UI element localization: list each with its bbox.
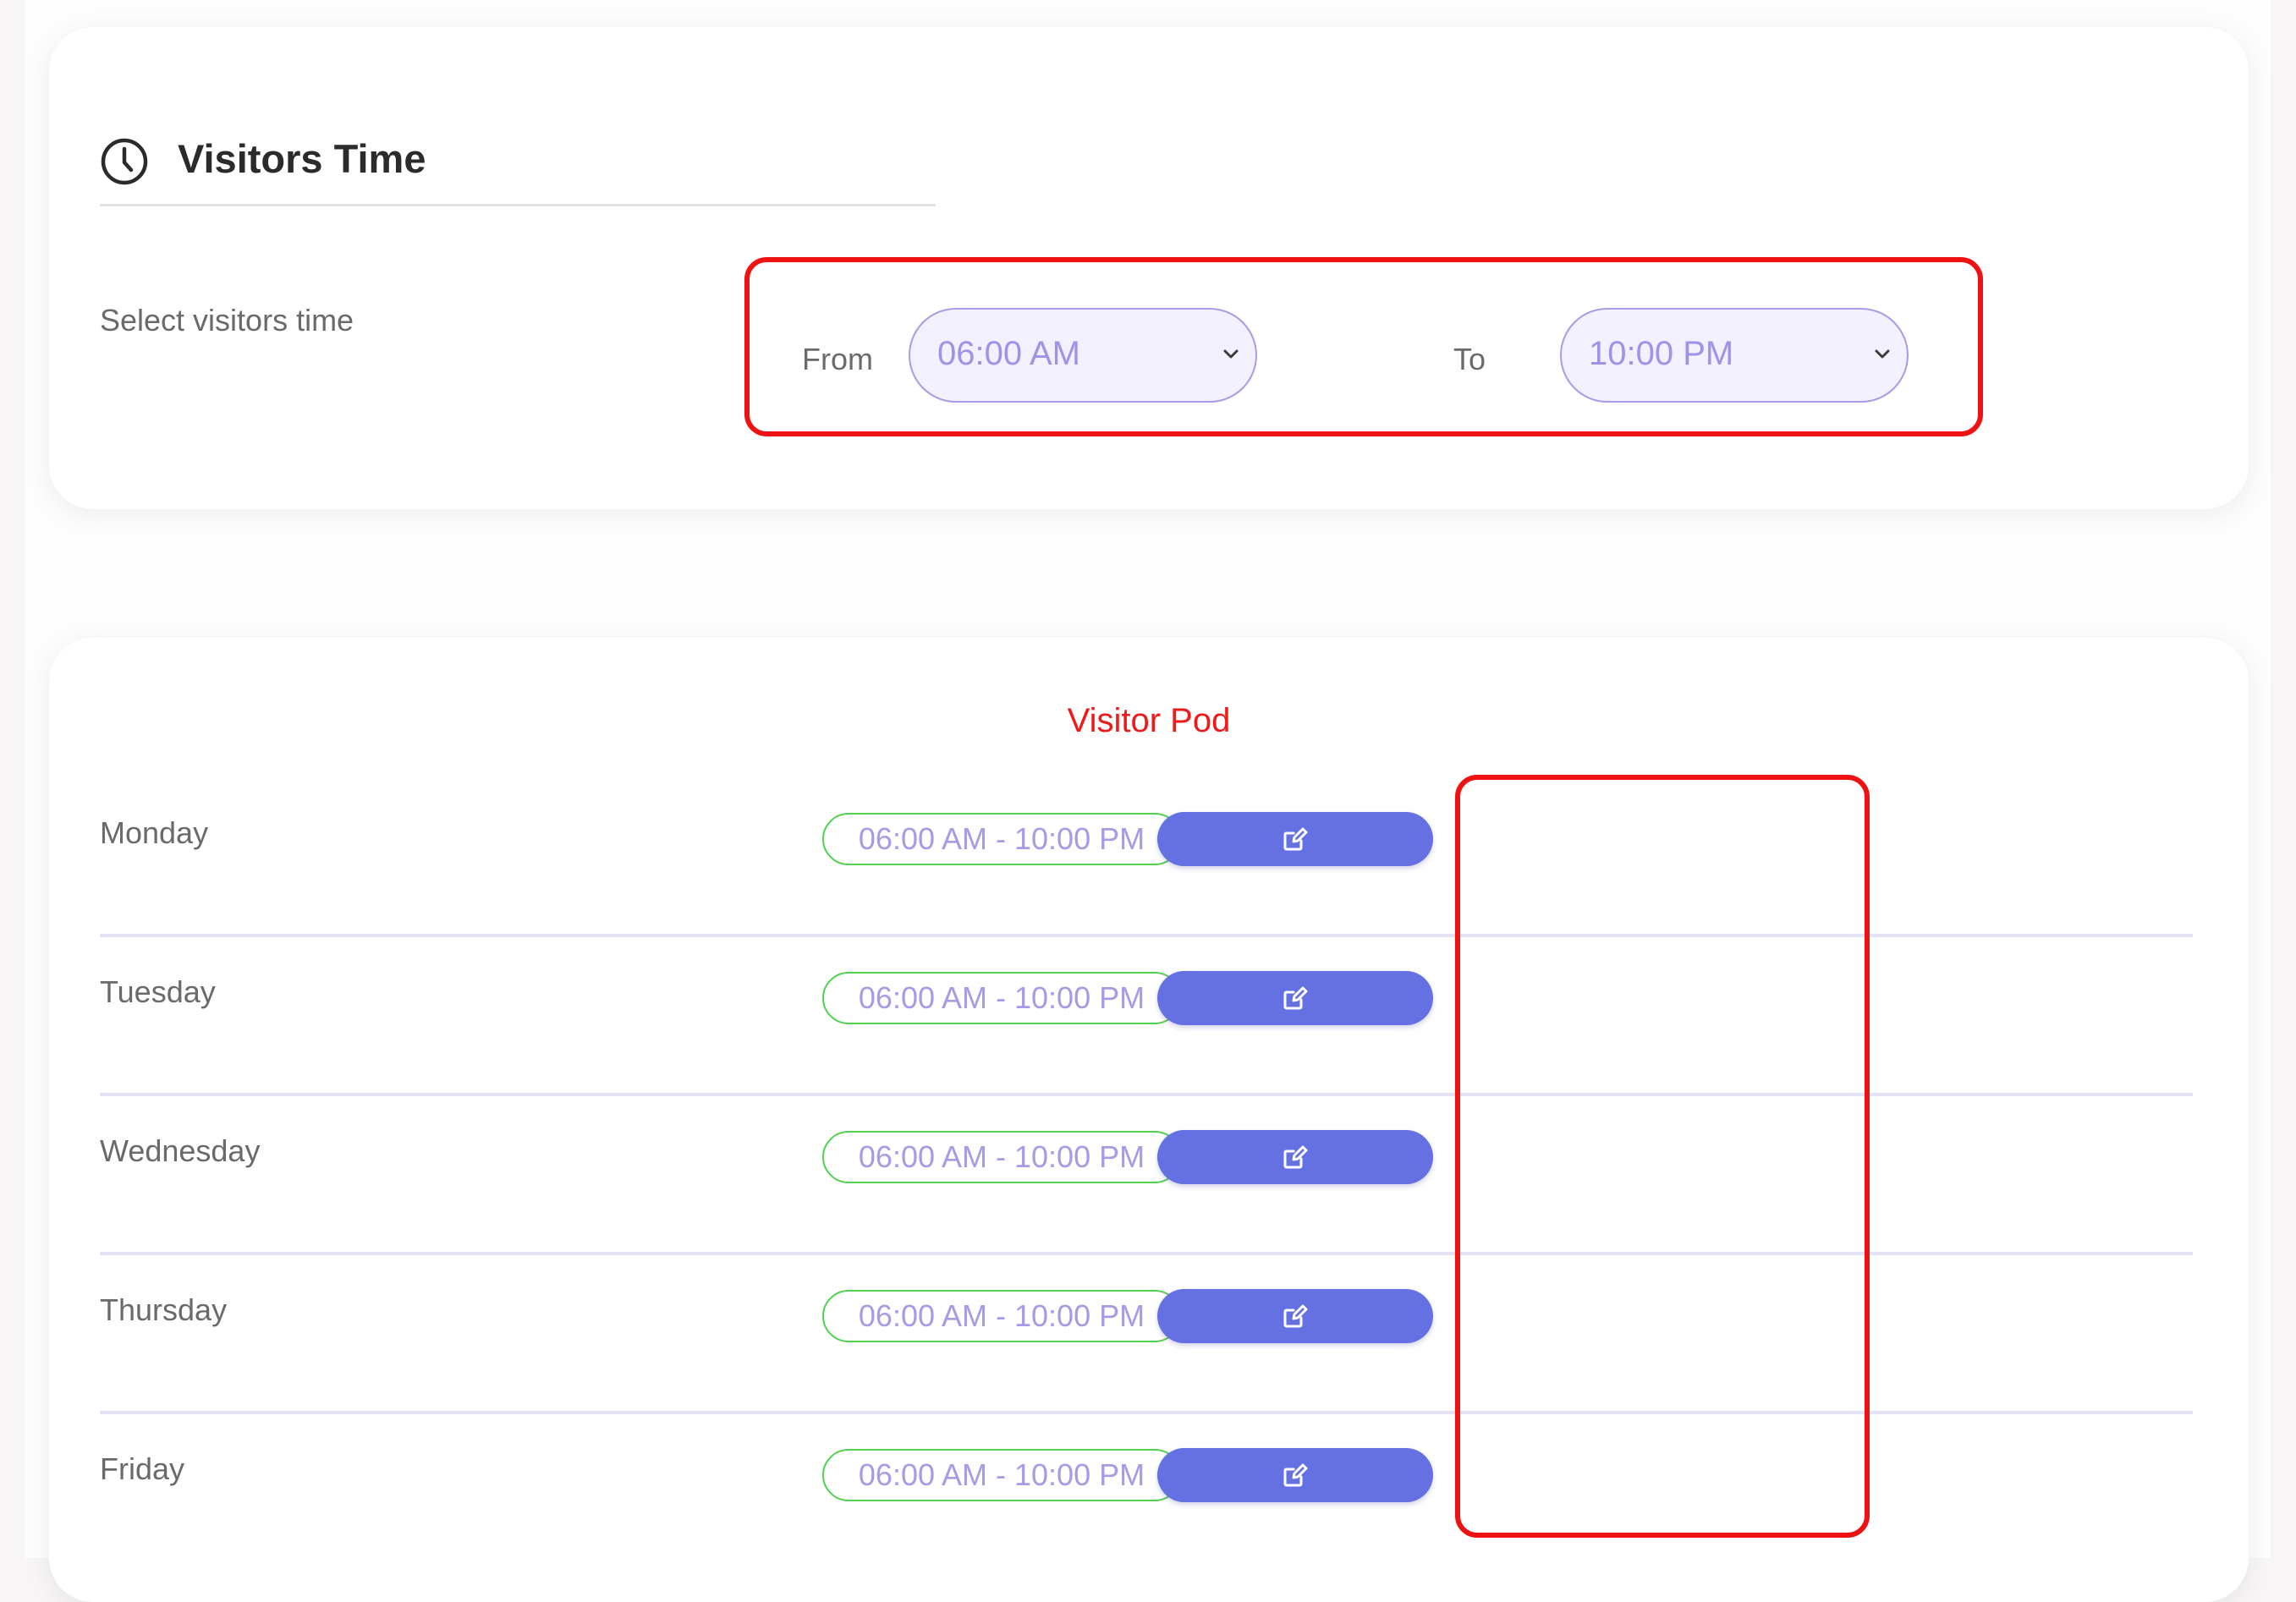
day-name: Monday: [100, 815, 209, 850]
day-name: Friday: [100, 1451, 185, 1486]
day-row-tuesday: Tuesday 06:00 AM - 10:00 PM: [100, 934, 2193, 1096]
visitors-time-header: Visitors Time: [100, 127, 936, 206]
visitor-pod-card: Visitor Pod Monday 06:00 AM - 10:00 PM T…: [49, 638, 2249, 1602]
day-name: Thursday: [100, 1292, 228, 1327]
edit-icon: [1283, 986, 1308, 1010]
from-time-value: 06:00 AM: [937, 335, 1081, 372]
from-time-select[interactable]: 06:00 AM: [909, 308, 1257, 403]
edit-icon: [1283, 1304, 1308, 1328]
edit-icon: [1283, 1145, 1308, 1169]
day-row-thursday: Thursday 06:00 AM - 10:00 PM: [100, 1252, 2193, 1414]
day-row-friday: Friday 06:00 AM - 10:00 PM: [100, 1411, 2193, 1570]
edit-icon: [1283, 1463, 1308, 1487]
edit-button-tuesday[interactable]: [1157, 971, 1433, 1025]
chevron-down-icon: [1875, 349, 1890, 359]
edit-button-thursday[interactable]: [1157, 1289, 1433, 1343]
visitors-time-title: Visitors Time: [178, 136, 426, 181]
to-time-select[interactable]: 10:00 PM: [1560, 308, 1909, 403]
select-visitors-time-label: Select visitors time: [100, 303, 354, 337]
from-label: From: [802, 342, 873, 376]
day-name: Wednesday: [100, 1133, 261, 1168]
time-range-highlight: From 06:00 AM To 10:00 PM: [744, 257, 1983, 436]
edit-button-wednesday[interactable]: [1157, 1130, 1433, 1184]
edit-button-monday[interactable]: [1157, 812, 1433, 866]
edit-icon: [1283, 827, 1308, 851]
hours-badge: 06:00 AM - 10:00 PM: [822, 972, 1181, 1024]
to-label: To: [1453, 342, 1486, 376]
day-row-monday: Monday 06:00 AM - 10:00 PM: [100, 775, 2193, 937]
chevron-down-icon: [1223, 349, 1239, 359]
visitor-pod-title: Visitor Pod: [1067, 702, 1231, 739]
clock-icon: [101, 138, 148, 185]
visitors-time-card: Visitors Time Select visitors time From …: [49, 27, 2249, 509]
edit-button-friday[interactable]: [1157, 1448, 1433, 1502]
to-time-value: 10:00 PM: [1589, 335, 1734, 372]
day-row-wednesday: Wednesday 06:00 AM - 10:00 PM: [100, 1093, 2193, 1255]
hours-badge: 06:00 AM - 10:00 PM: [822, 813, 1181, 865]
hours-badge: 06:00 AM - 10:00 PM: [822, 1290, 1181, 1342]
hours-badge: 06:00 AM - 10:00 PM: [822, 1131, 1181, 1183]
hours-badge: 06:00 AM - 10:00 PM: [822, 1449, 1181, 1501]
page: Visitors Time Select visitors time From …: [25, 0, 2271, 1602]
day-name: Tuesday: [100, 974, 216, 1009]
